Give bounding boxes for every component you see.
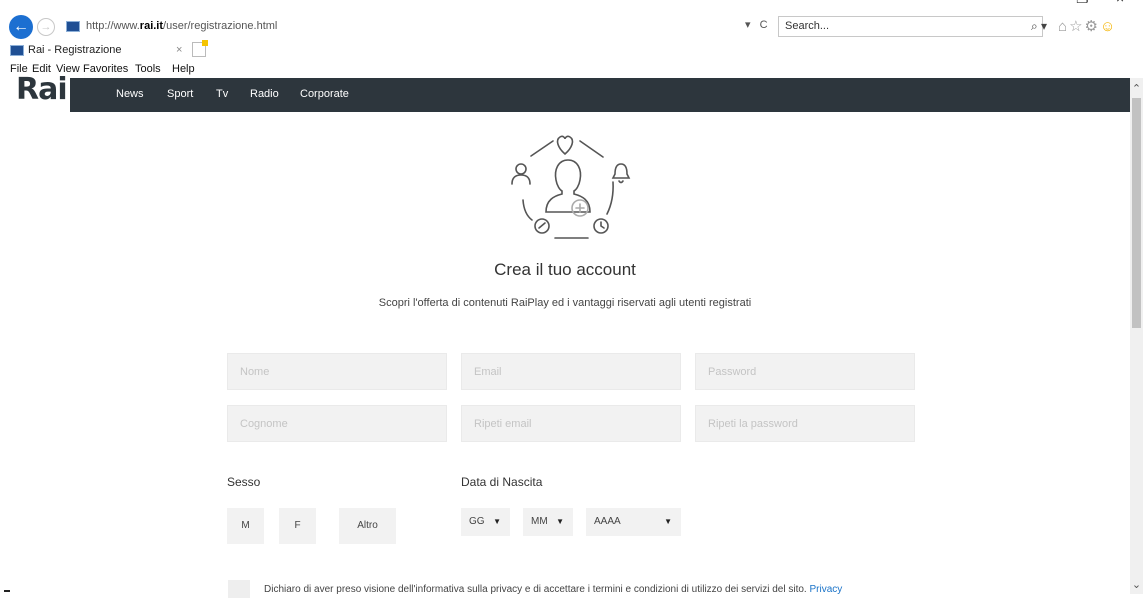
year-select-value: AAAA (594, 516, 621, 527)
consent-text: Dichiaro di aver preso visione dell'info… (264, 584, 842, 595)
ring-arc-left (522, 199, 533, 221)
forward-button[interactable]: → (37, 18, 55, 36)
scroll-down-icon[interactable]: ⌄ (1130, 578, 1143, 591)
year-select[interactable]: AAAA ▼ (586, 508, 681, 536)
month-select-value: MM (531, 516, 548, 527)
url-domain: rai.it (139, 20, 164, 32)
minimize-button[interactable]: — (1036, 0, 1050, 6)
address-tools: ▾ C (745, 18, 774, 31)
nav-news[interactable]: News (116, 88, 144, 100)
nav-tv[interactable]: Tv (216, 88, 228, 100)
ring-arc-top-left (530, 140, 554, 157)
account-illustration (511, 135, 631, 239)
nav-sport[interactable]: Sport (167, 88, 193, 100)
browser-toolbar-icons: ⌂☆⚙☺ (1058, 17, 1117, 35)
tab-rai-registrazione[interactable]: Rai - Registrazione × (10, 40, 188, 60)
sesso-label: Sesso (227, 475, 261, 489)
repeat-password-input[interactable]: Ripeti la password (695, 405, 915, 442)
browser-search-input[interactable]: Search... (778, 16, 1043, 37)
menu-bar: File Edit View Favorites Tools Help (0, 61, 1143, 78)
close-window-button[interactable]: × (1116, 0, 1124, 6)
heart-icon (556, 135, 574, 156)
address-dropdown-icon[interactable]: ▾ (745, 19, 751, 31)
site-header: News Sport Tv Radio Corporate (70, 78, 1130, 112)
day-select-value: GG (469, 516, 485, 527)
feedback-smiley-icon[interactable]: ☺ (1100, 18, 1117, 35)
refresh-icon[interactable]: C (760, 19, 768, 31)
consent-checkbox[interactable] (228, 580, 250, 598)
privacy-link[interactable]: Privacy (809, 584, 842, 595)
nav-corporate[interactable]: Corporate (300, 88, 349, 100)
tab-row: Rai - Registrazione × (0, 40, 1143, 60)
address-row: ← → http://www.rai.it/user/registrazione… (0, 14, 1143, 40)
gauge-icon (534, 218, 550, 234)
browser-chrome: — ❐ × ← → http://www.rai.it/user/registr… (0, 0, 1143, 78)
menu-help[interactable]: Help (172, 63, 195, 75)
home-icon[interactable]: ⌂ (1058, 18, 1069, 35)
ring-arc-top-right (579, 140, 604, 158)
sex-altro-button[interactable]: Altro (339, 508, 396, 544)
sex-f-button[interactable]: F (279, 508, 316, 544)
settings-gear-icon[interactable]: ⚙ (1085, 18, 1100, 35)
rai-logo[interactable]: Rai (16, 72, 68, 107)
birthdate-label: Data di Nascita (461, 475, 543, 489)
tab-title: Rai - Registrazione (28, 44, 122, 56)
tab-favicon-icon (10, 44, 24, 56)
clock-icon (593, 218, 609, 234)
new-tab-button[interactable] (192, 40, 208, 57)
nome-input[interactable]: Nome (227, 353, 447, 390)
restore-button[interactable]: ❐ (1076, 0, 1089, 7)
repeat-email-input[interactable]: Ripeti email (461, 405, 681, 442)
site-favicon-icon (66, 21, 80, 32)
favorites-star-icon[interactable]: ☆ (1069, 18, 1084, 35)
search-icon[interactable]: ⌕ ▾ (1031, 19, 1047, 34)
ring-arc-right (606, 181, 614, 215)
bell-icon (611, 163, 631, 184)
sex-m-button[interactable]: M (227, 508, 264, 544)
page-scrollbar[interactable]: ⌃ ⌄ (1130, 78, 1143, 594)
scroll-thumb[interactable] (1132, 98, 1141, 328)
consent-label: Dichiaro di aver preso visione dell'info… (264, 584, 807, 595)
cognome-input[interactable]: Cognome (227, 405, 447, 442)
nav-radio[interactable]: Radio (250, 88, 279, 100)
password-input[interactable]: Password (695, 353, 915, 390)
address-bar[interactable]: http://www.rai.it/user/registrazione.htm… (86, 20, 277, 32)
chevron-down-icon: ▼ (664, 517, 672, 526)
person-small-icon (511, 163, 531, 185)
page-subtitle: Scopri l'offerta di contenuti RaiPlay ed… (378, 297, 752, 309)
chevron-down-icon: ▼ (556, 517, 564, 526)
tab-close-icon[interactable]: × (176, 40, 182, 60)
scroll-up-icon[interactable]: ⌃ (1130, 82, 1143, 95)
back-arrow-icon: ← (13, 18, 29, 35)
day-select[interactable]: GG ▼ (461, 508, 510, 536)
add-plus-icon (571, 199, 589, 217)
user-large-icon (545, 159, 591, 213)
page-title: Crea il tuo account (494, 260, 636, 279)
chevron-down-icon: ▼ (493, 517, 501, 526)
stray-dash (4, 590, 10, 592)
menu-tools[interactable]: Tools (135, 63, 161, 75)
url-prefix: http://www. (86, 20, 140, 32)
menu-favorites[interactable]: Favorites (83, 63, 128, 75)
email-input[interactable]: Email (461, 353, 681, 390)
forward-arrow-icon: → (40, 21, 52, 33)
back-button[interactable]: ← (9, 15, 33, 39)
month-select[interactable]: MM ▼ (523, 508, 573, 536)
url-path: /user/registrazione.html (163, 20, 278, 32)
